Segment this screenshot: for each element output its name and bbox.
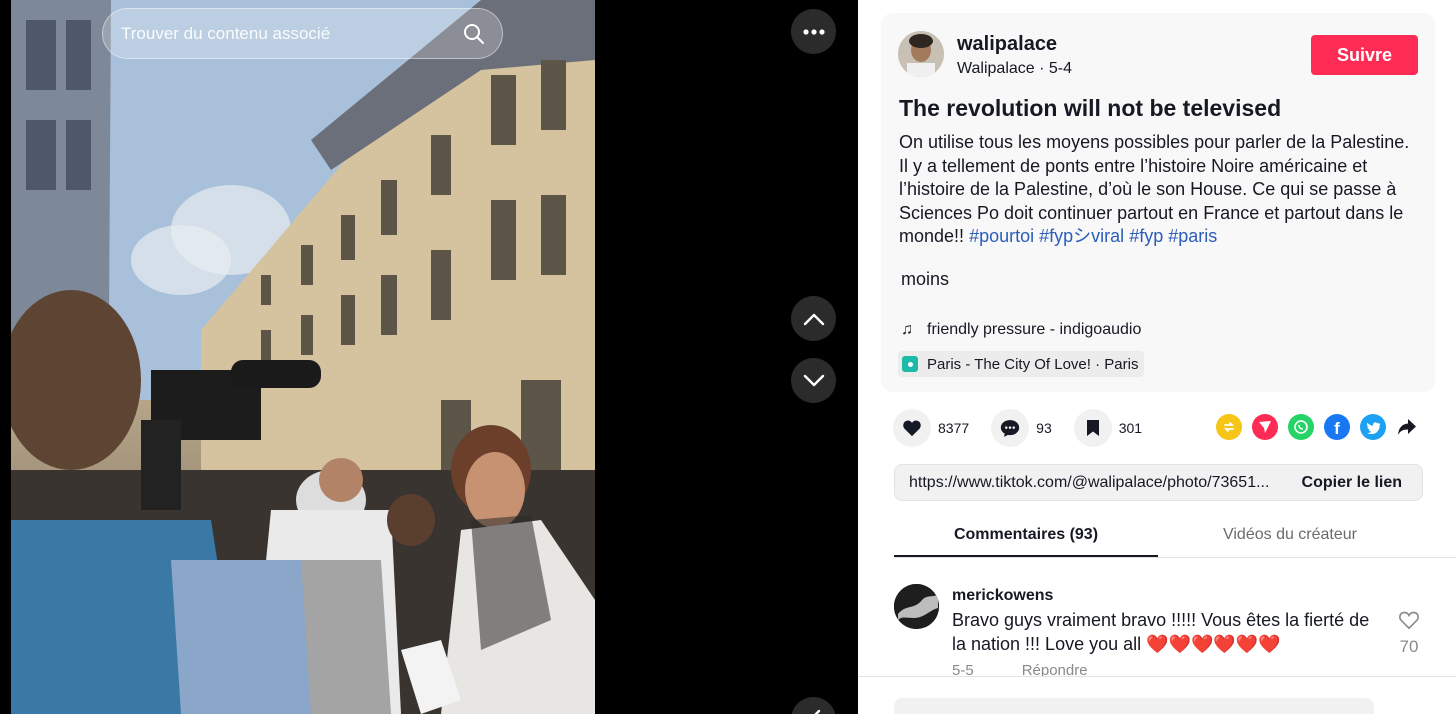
app-root: Trouver du contenu associé walipalace Wa… (0, 0, 1456, 714)
tab-comments[interactable]: Commentaires (93) (894, 512, 1158, 557)
media-viewer: Trouver du contenu associé (0, 0, 858, 714)
location-tag[interactable]: Paris - The City Of Love! · Paris (898, 351, 1145, 377)
save-count: 301 (1118, 420, 1143, 436)
comment-composer (858, 676, 1456, 714)
facebook-glyph: f (1334, 419, 1340, 438)
hashtag-link[interactable]: #pourtoi (969, 226, 1034, 246)
commenter-avatar-image (894, 584, 939, 629)
save-button[interactable] (1073, 409, 1112, 447)
share-row: f (1216, 414, 1428, 440)
comment-bubble-icon (1000, 419, 1020, 437)
like-action[interactable]: 8377 (893, 409, 969, 447)
photo-nav-button[interactable] (791, 697, 836, 714)
post-date: 5-4 (1048, 60, 1073, 77)
music-note-icon: ♫ (901, 321, 913, 338)
music-title[interactable]: friendly pressure - indigoaudio (927, 321, 1141, 339)
post-photo[interactable] (11, 0, 595, 714)
search-icon[interactable] (462, 22, 486, 46)
follow-button[interactable]: Suivre (1311, 35, 1418, 75)
add-comment-input[interactable] (894, 698, 1374, 714)
show-less-link[interactable]: moins (901, 269, 949, 290)
photo-illustration (11, 0, 595, 714)
more-options-button[interactable] (791, 9, 836, 54)
whatsapp-glyph (1294, 420, 1308, 434)
author-avatar[interactable] (898, 31, 944, 77)
author-subline: Walipalace · 5-4 (957, 60, 1072, 78)
previous-post-button[interactable] (791, 296, 836, 341)
repost-icon[interactable] (1216, 414, 1242, 440)
chevron-down-icon (803, 374, 824, 386)
hashtag-link[interactable]: #fypシviral (1039, 226, 1124, 246)
post-url-field[interactable]: https://www.tiktok.com/@walipalace/photo… (895, 474, 1286, 492)
like-button[interactable] (893, 409, 931, 447)
comment-text: Bravo guys vraiment bravo !!!!! Vous ête… (952, 610, 1370, 654)
like-count: 8377 (938, 420, 970, 436)
tab-creator-videos[interactable]: Vidéos du créateur (1158, 512, 1422, 557)
hashtag-link[interactable]: #paris (1168, 226, 1217, 246)
location-pin-icon (902, 356, 918, 372)
facebook-icon[interactable]: f (1324, 414, 1350, 440)
copy-link-box: https://www.tiktok.com/@walipalace/photo… (894, 464, 1423, 501)
next-post-button[interactable] (791, 358, 836, 403)
subline-separator: · (1034, 60, 1049, 77)
save-action[interactable]: 301 (1073, 409, 1143, 447)
chevron-left-icon (813, 709, 820, 714)
author-display-name[interactable]: Walipalace (957, 60, 1035, 77)
location-label[interactable]: Paris - The City Of Love! · Paris (927, 356, 1138, 373)
heart-outline-icon (1399, 611, 1419, 630)
music-row[interactable]: ♫ friendly pressure - indigoaudio (901, 321, 1141, 339)
repost-glyph (1223, 422, 1235, 432)
action-bar: 8377 93 301 (893, 408, 1164, 448)
author-username[interactable]: walipalace (957, 33, 1057, 56)
post-info-card: walipalace Walipalace · 5-4 Suivre The r… (881, 13, 1435, 392)
panel-tabs: Commentaires (93) Vidéos du créateur (894, 512, 1456, 558)
twitter-bird-glyph (1366, 421, 1380, 434)
details-panel: walipalace Walipalace · 5-4 Suivre The r… (858, 0, 1456, 714)
share-arrow-icon[interactable] (1396, 414, 1418, 440)
send-glyph (1259, 421, 1271, 433)
comment-action[interactable]: 93 (991, 409, 1052, 447)
copy-link-button[interactable]: Copier le lien (1286, 474, 1422, 492)
bookmark-icon (1086, 420, 1099, 436)
send-icon[interactable] (1252, 414, 1278, 440)
hashtag-link[interactable]: #fyp (1129, 226, 1163, 246)
comment-like-button[interactable]: 70 (1394, 610, 1424, 657)
chevron-up-icon (803, 313, 824, 325)
comment-button[interactable] (991, 409, 1030, 447)
whatsapp-icon[interactable] (1288, 414, 1314, 440)
ellipsis-icon (802, 28, 825, 35)
search-bar[interactable]: Trouver du contenu associé (102, 8, 503, 59)
twitter-icon[interactable] (1360, 414, 1386, 440)
heart-icon (903, 420, 921, 437)
post-description: On utilise tous les moyens possibles pou… (899, 131, 1419, 249)
commenter-avatar[interactable] (894, 584, 939, 629)
post-title: The revolution will not be televised (899, 95, 1282, 121)
comment-count: 93 (1036, 420, 1052, 436)
commenter-username[interactable]: merickowens (952, 587, 1053, 605)
avatar-image (898, 31, 944, 77)
comment-like-count: 70 (1399, 637, 1419, 656)
search-input[interactable]: Trouver du contenu associé (121, 24, 462, 44)
share-arrow-glyph (1398, 419, 1416, 435)
